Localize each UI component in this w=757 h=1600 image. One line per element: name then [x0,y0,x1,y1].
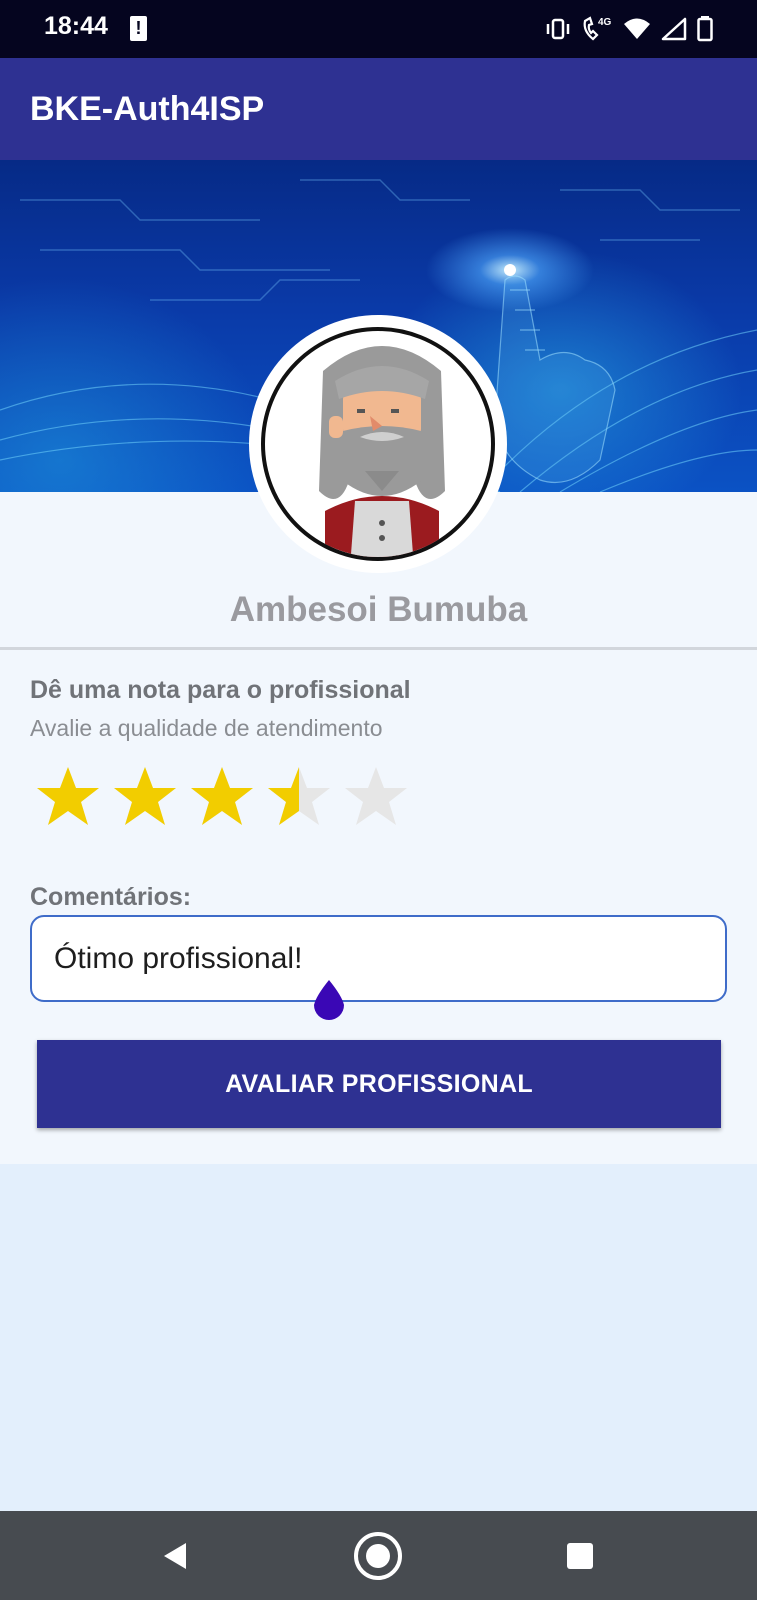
avatar-image [261,327,495,561]
navigation-bar [0,1511,757,1600]
recents-button[interactable] [535,1511,625,1600]
star-icon[interactable] [267,764,331,828]
alert-icon: ! [130,16,147,41]
rating-bar[interactable] [36,764,408,828]
wifi-icon [624,18,650,39]
bearded-man-illustration [319,346,445,557]
back-button[interactable] [130,1511,220,1600]
star-icon[interactable] [190,764,254,828]
star-icon[interactable] [36,764,100,828]
text-cursor-handle[interactable] [310,980,348,1024]
network-label: 4G [598,17,612,28]
comments-label: Comentários: [30,883,192,911]
divider [0,647,757,650]
avatar [249,315,507,573]
vibrate-icon [546,18,570,40]
comments-input[interactable] [30,915,727,1002]
battery-icon [697,16,713,42]
star-icon[interactable] [344,764,408,828]
app-title: BKE-Auth4ISP [30,90,265,128]
star-icon[interactable] [113,764,177,828]
rating-subtitle: Avalie a qualidade de atendimento [30,715,383,741]
signal-icon [661,17,687,41]
status-icons: 4G [545,14,713,44]
status-bar: 18:44 ! 4G [0,0,757,58]
wifi-calling-icon: 4G [583,16,612,41]
submit-rating-button[interactable]: AVALIAR PROFISSIONAL [37,1040,721,1128]
home-button[interactable] [333,1511,423,1600]
status-time: 18:44 [44,12,108,40]
recents-icon [567,1542,593,1569]
home-icon [354,1531,402,1580]
back-icon [164,1542,186,1569]
professional-name: Ambesoi Bumuba [229,590,528,629]
rating-title: Dê uma nota para o profissional [30,676,411,704]
app-bar: BKE-Auth4ISP [0,58,757,160]
